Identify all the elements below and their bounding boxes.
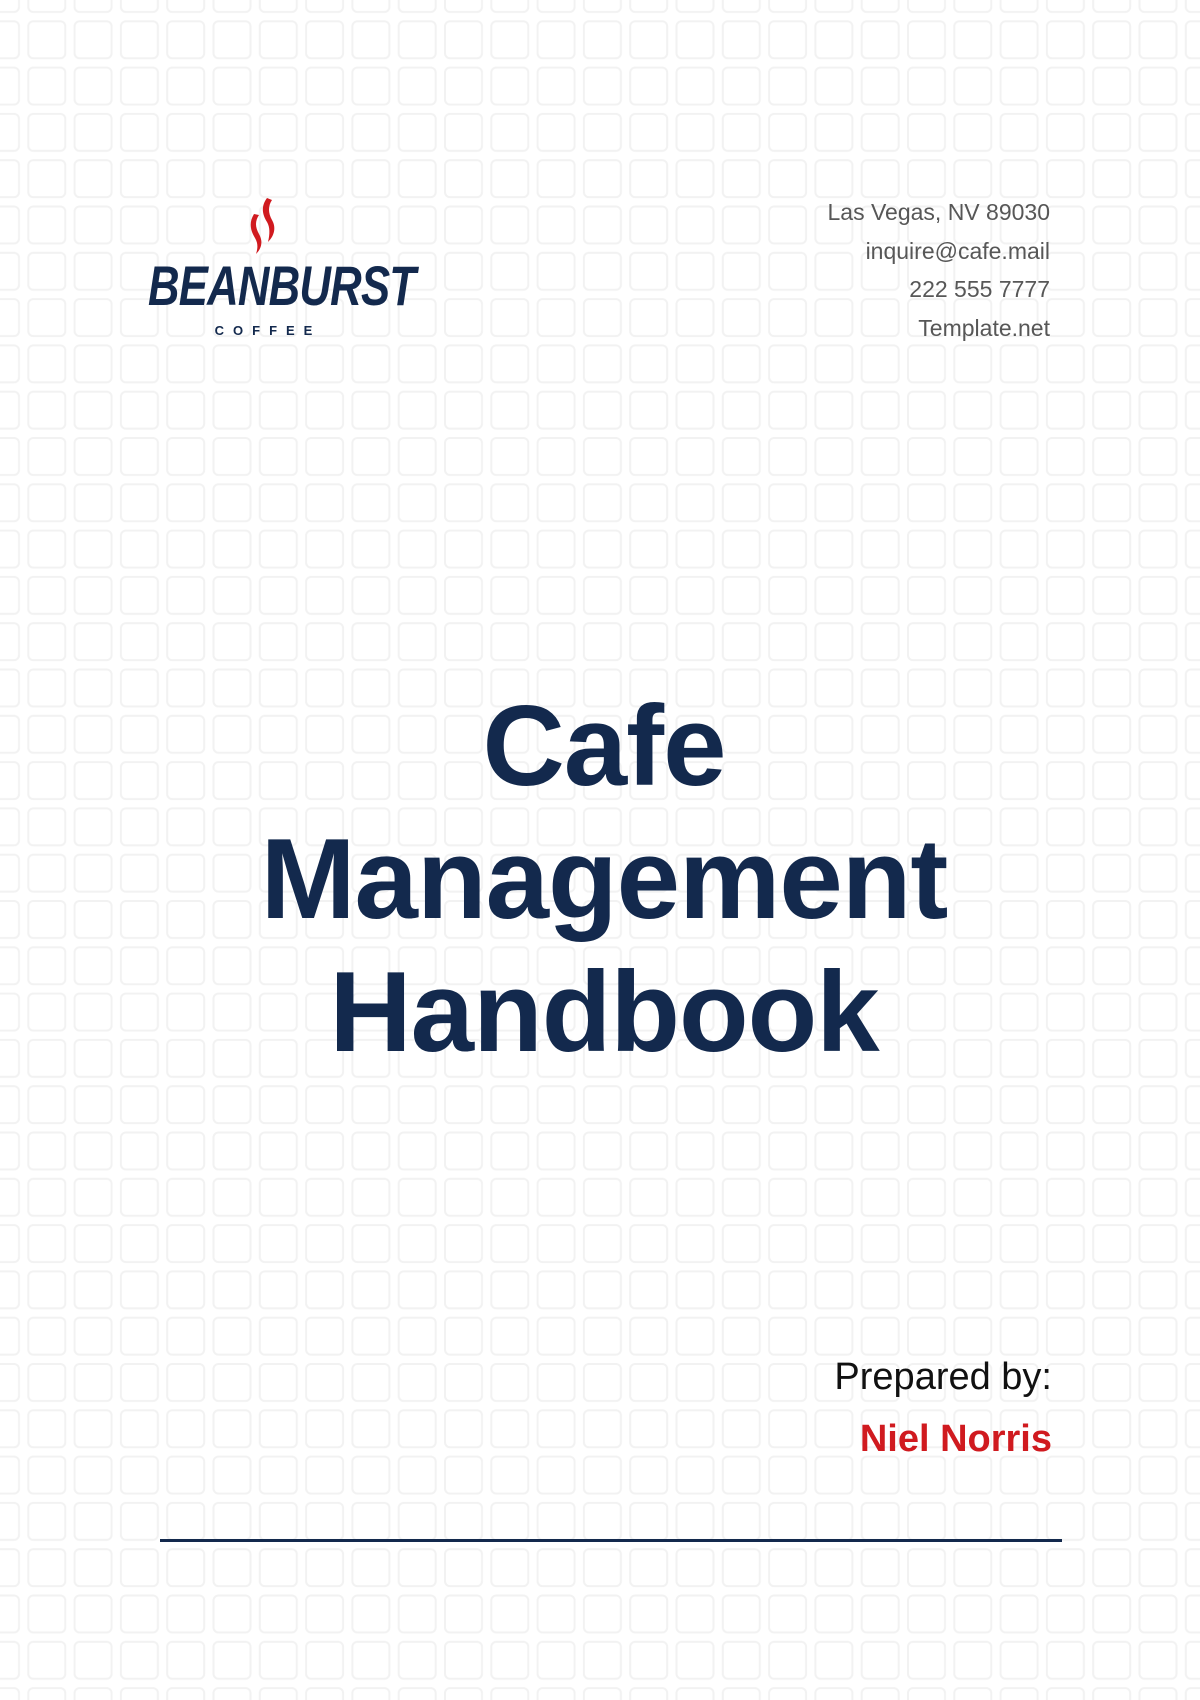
steam-icon bbox=[250, 198, 275, 254]
prepared-by-block: Prepared by: Niel Norris bbox=[834, 1355, 1052, 1461]
title-line-1: Cafe bbox=[482, 683, 726, 810]
brand-name: BEANBURST bbox=[148, 254, 416, 317]
cover-page: BEANBURST COFFEE Las Vegas, NV 89030 inq… bbox=[0, 0, 1200, 1700]
document-title: Cafe Management Handbook bbox=[0, 680, 1200, 1079]
author-name: Niel Norris bbox=[859, 1418, 1052, 1460]
contact-phone: 222 555 7777 bbox=[909, 276, 1050, 302]
footer-divider bbox=[160, 1539, 1062, 1542]
title-line-2: Management bbox=[260, 816, 949, 943]
contact-website[interactable]: Template.net bbox=[828, 309, 1050, 348]
contact-address: Las Vegas, NV 89030 bbox=[827, 199, 1051, 225]
prepared-by-label: Prepared by: bbox=[834, 1356, 1052, 1398]
brand-tagline: COFFEE bbox=[214, 323, 322, 338]
contact-block: Las Vegas, NV 89030 inquire@cafe.mail 22… bbox=[828, 193, 1051, 347]
title-line-3: Handbook bbox=[329, 949, 879, 1076]
brand-logo: BEANBURST COFFEE bbox=[148, 192, 416, 347]
contact-email[interactable]: inquire@cafe.mail bbox=[828, 232, 1050, 271]
